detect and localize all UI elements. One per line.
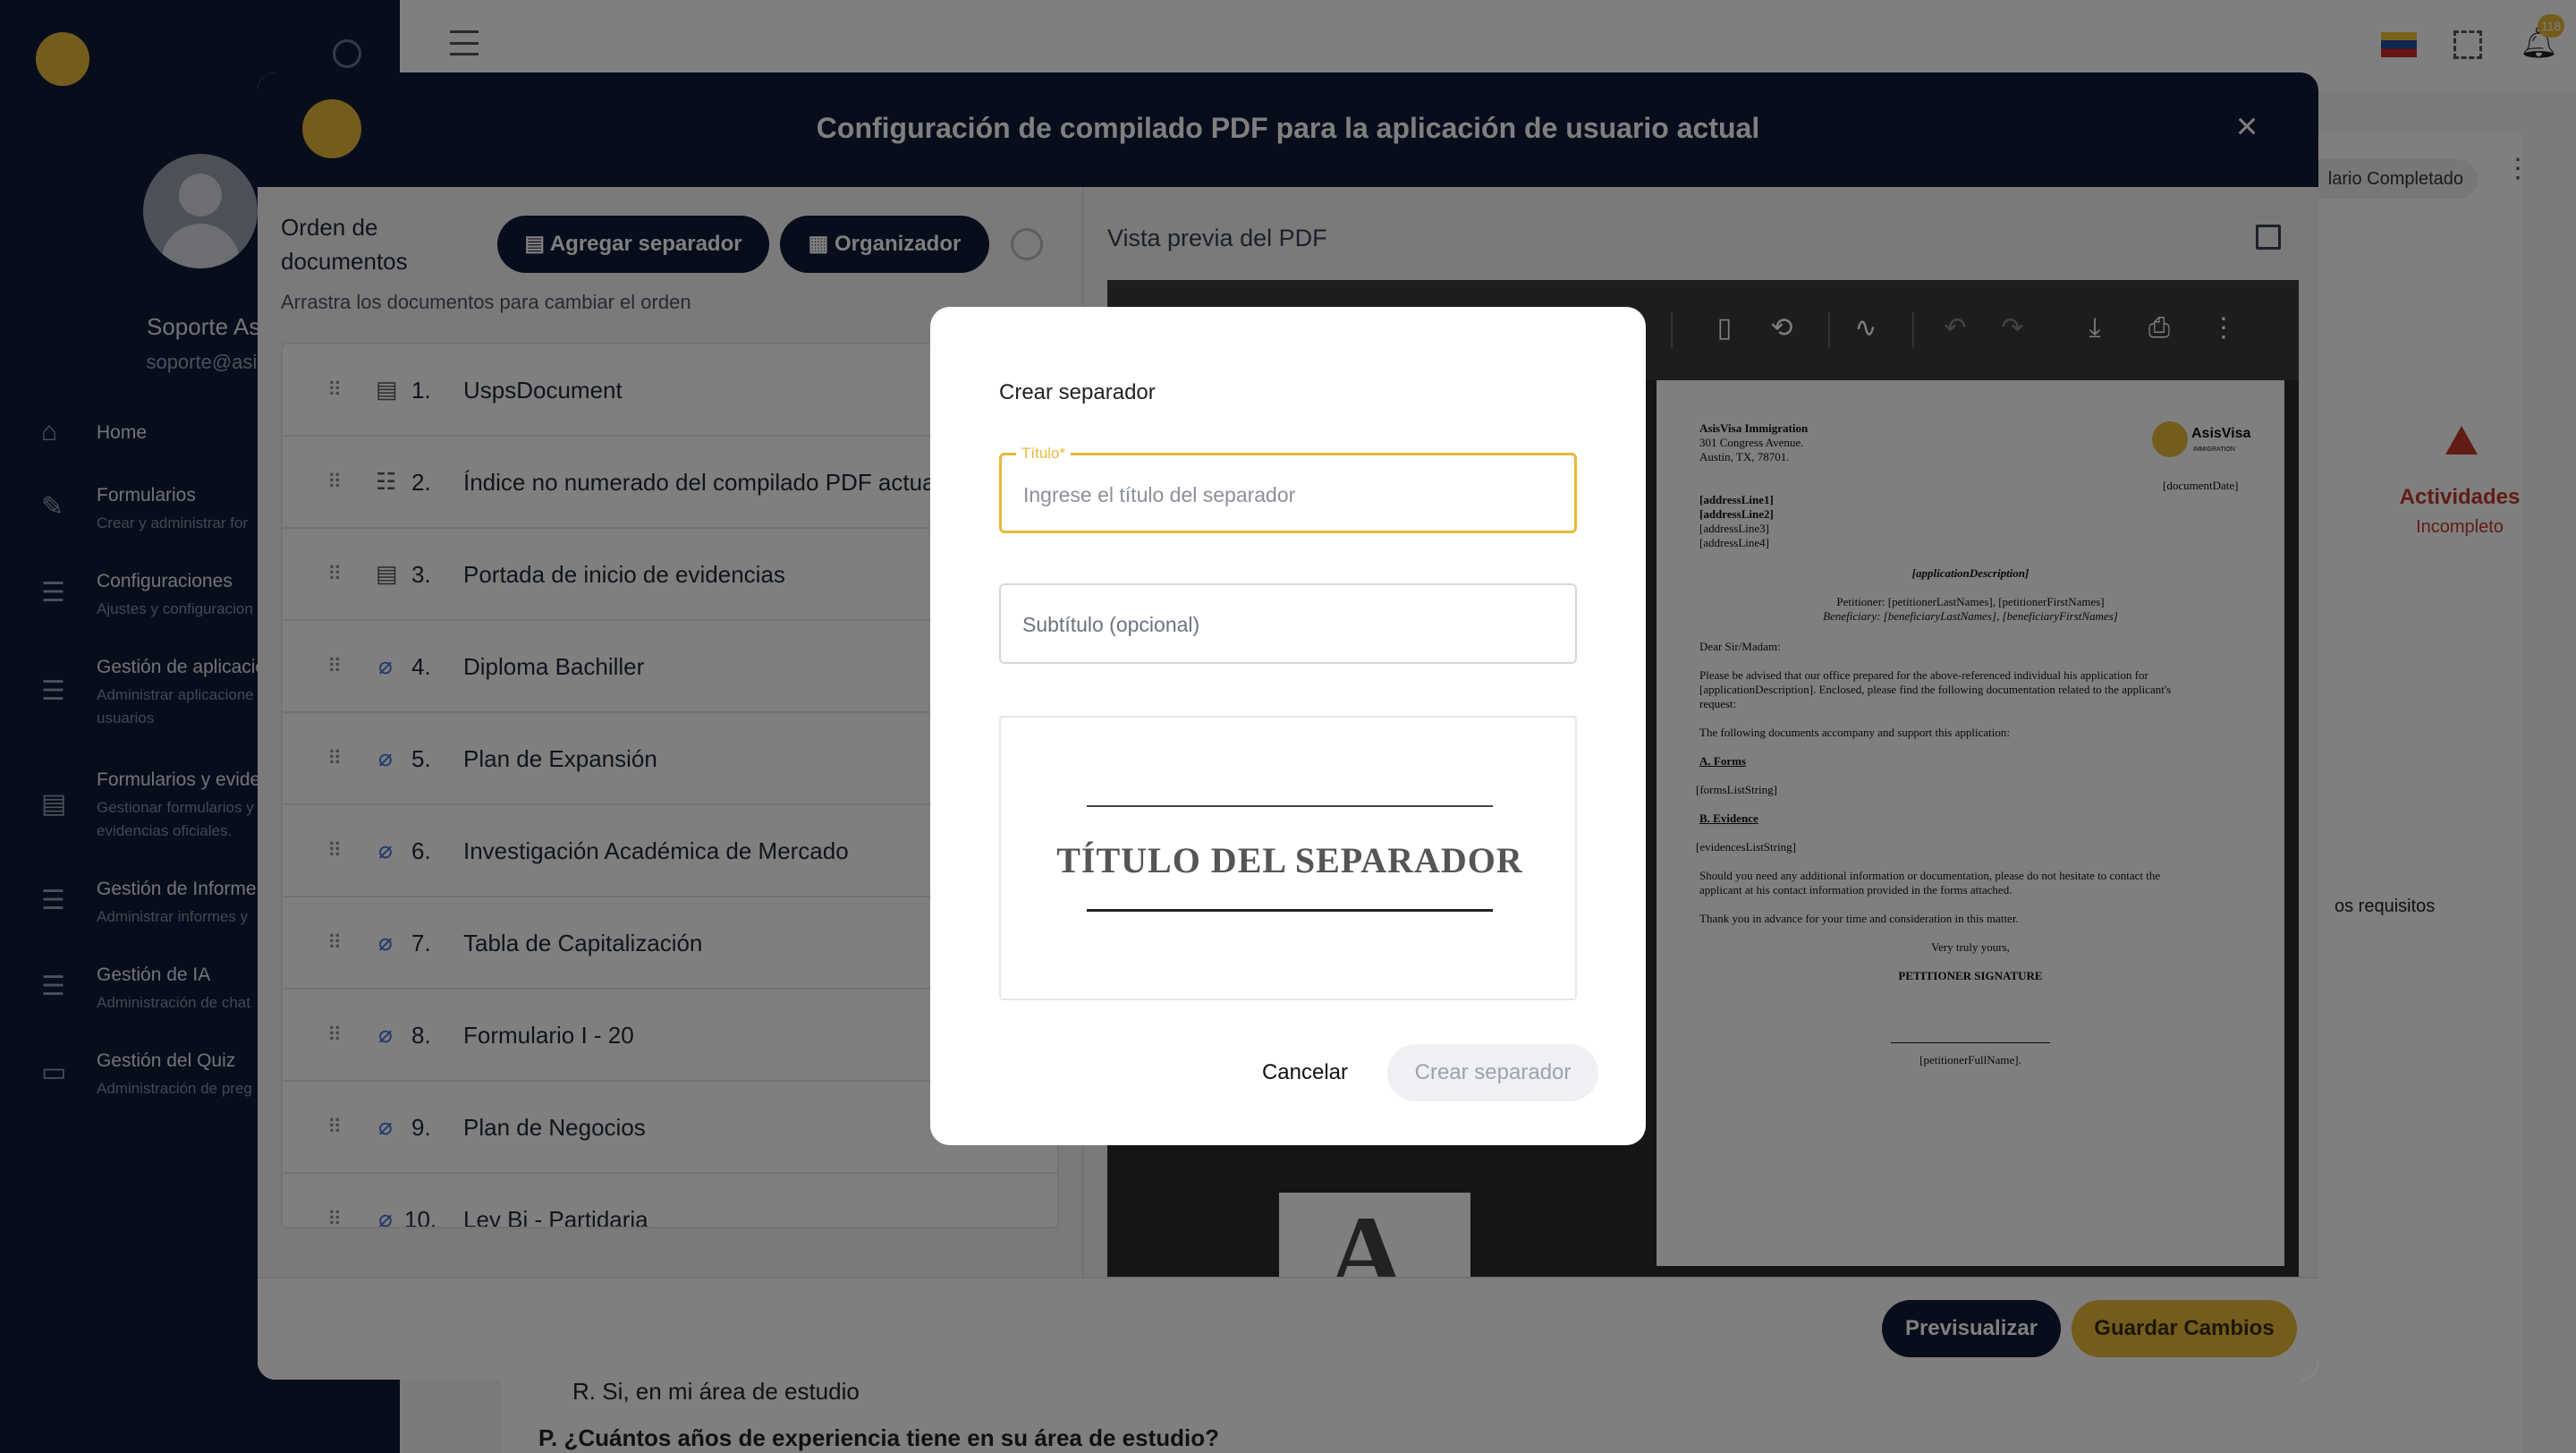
separator-top-line bbox=[1087, 805, 1493, 807]
title-field-label: Título* bbox=[1016, 445, 1072, 463]
title-field[interactable]: Título* bbox=[999, 445, 1577, 533]
separator-preview: TÍTULO DEL SEPARADOR bbox=[999, 716, 1577, 1000]
cancel-button[interactable]: Cancelar bbox=[1247, 1044, 1363, 1101]
create-separator-button[interactable]: Crear separador bbox=[1387, 1044, 1598, 1101]
subtitle-input[interactable] bbox=[1022, 608, 1559, 641]
modal-title: Crear separador bbox=[999, 380, 1156, 404]
create-separator-modal: Crear separador Título* TÍTULO DEL SEPAR… bbox=[930, 307, 1646, 1145]
subtitle-field[interactable] bbox=[999, 583, 1577, 664]
separator-bottom-line bbox=[1087, 909, 1493, 912]
title-input[interactable] bbox=[1023, 479, 1560, 511]
separator-preview-text: TÍTULO DEL SEPARADOR bbox=[1056, 840, 1523, 880]
